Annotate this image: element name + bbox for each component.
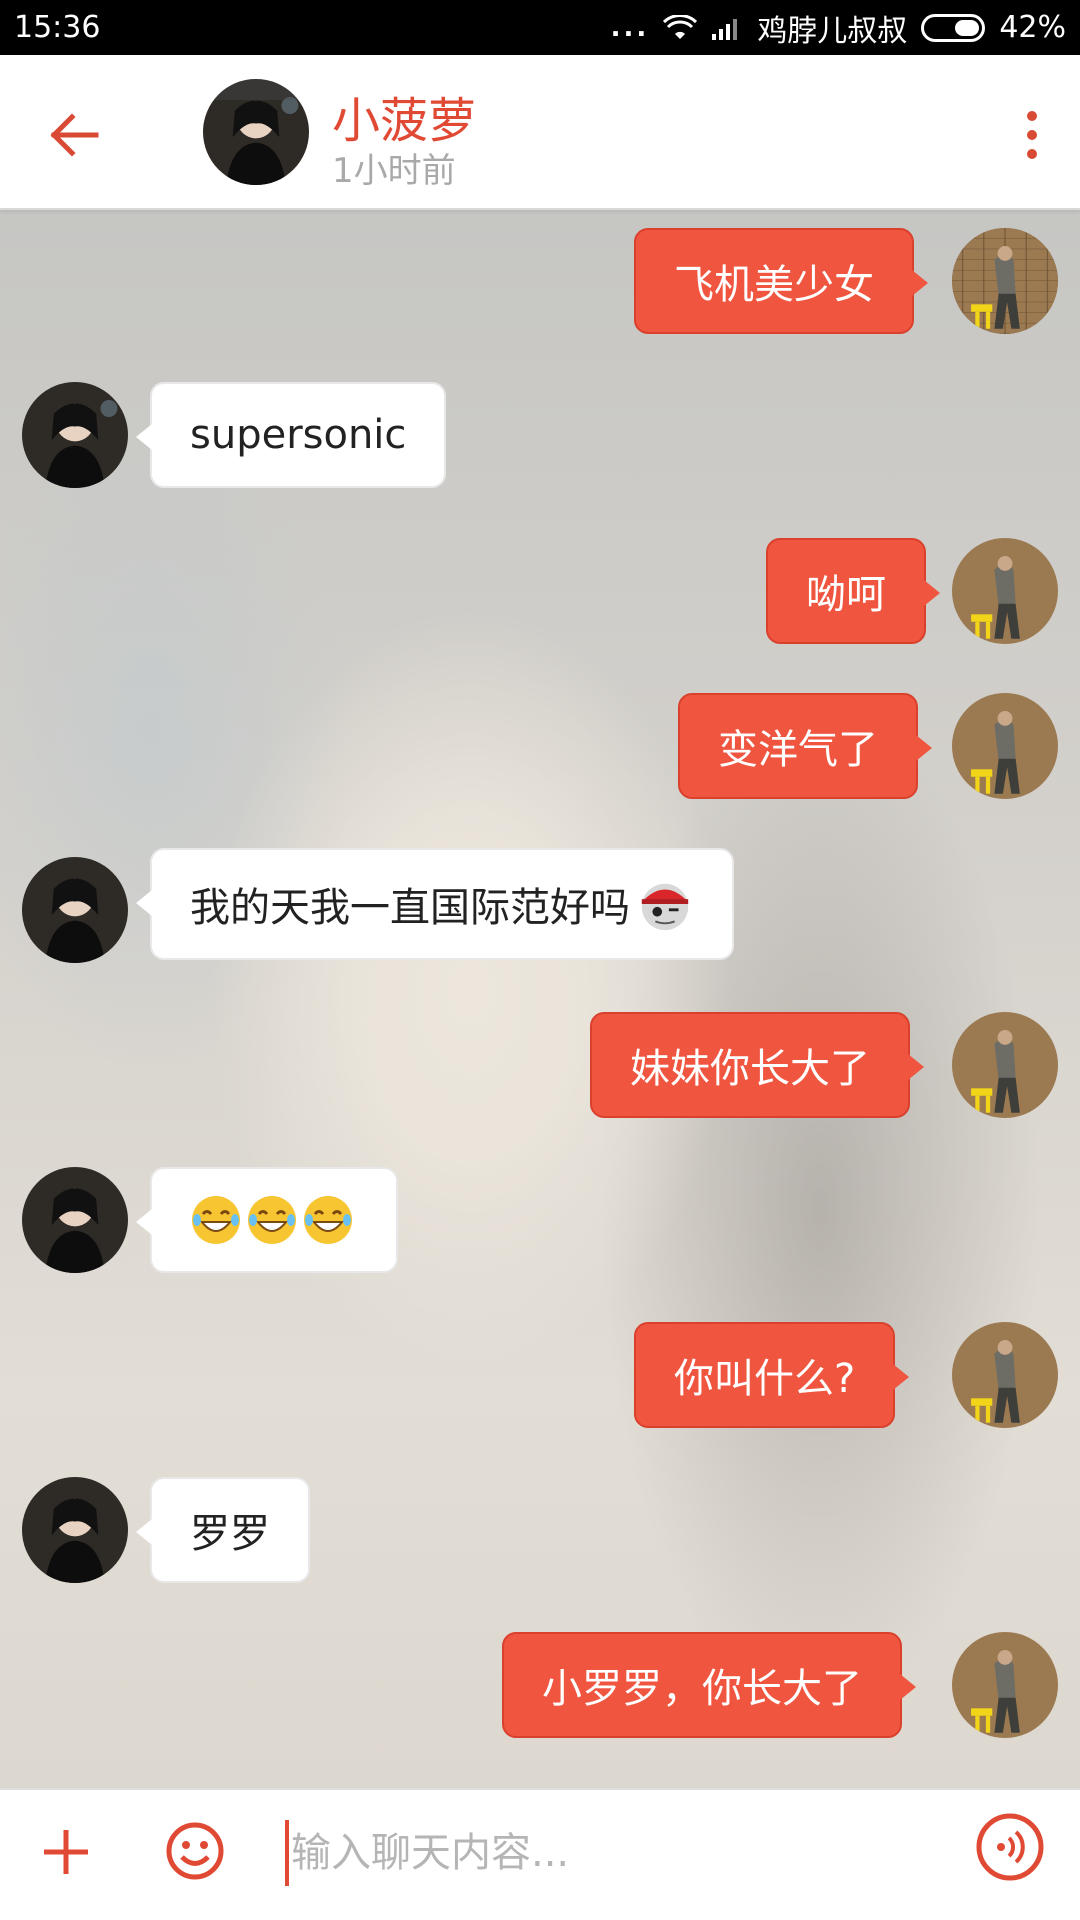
contact-name: 小菠萝 (332, 93, 477, 149)
signal-icon (711, 16, 743, 40)
attach-button[interactable] (38, 1824, 94, 1880)
my-avatar[interactable] (952, 1632, 1058, 1738)
message-text: supersonic (190, 412, 407, 458)
message-bubble-outgoing[interactable]: 妹妹你长大了 (590, 1012, 924, 1118)
message-bubble-incoming[interactable]: 我的天我一直国际范好吗 (136, 848, 734, 960)
contact-avatar[interactable] (203, 79, 309, 185)
message-bubble-outgoing[interactable]: 你叫什么? (634, 1322, 910, 1428)
emoji-button[interactable] (164, 1820, 226, 1882)
my-avatar[interactable] (952, 538, 1058, 644)
status-bar: 15:36 ... 鸡脖儿叔叔 42% (0, 0, 1080, 55)
my-avatar[interactable] (952, 228, 1058, 334)
message-text: 飞机美少女 (674, 262, 874, 308)
message-input[interactable] (285, 1820, 925, 1886)
more-options-button[interactable] (1012, 105, 1052, 165)
message-text: 罗罗 (190, 1511, 270, 1557)
back-arrow-icon (50, 113, 99, 157)
battery-percent: 42% (999, 10, 1066, 45)
laughing-tears-emoji-icon (304, 1196, 352, 1244)
message-bubble-incoming[interactable] (136, 1167, 398, 1273)
status-time: 15:36 (14, 10, 101, 45)
emoji-icon (166, 1822, 224, 1880)
contact-message-avatar[interactable] (22, 1167, 128, 1273)
wifi-icon (663, 14, 698, 41)
pirate-face-emoji-icon (641, 883, 689, 931)
message-input-bar (0, 1788, 1080, 1920)
chat-header: 小菠萝 1小时前 (0, 55, 1080, 210)
message-bubble-incoming[interactable]: 罗罗 (136, 1477, 310, 1583)
laughing-tears-emoji-icon (192, 1196, 240, 1244)
contact-message-avatar[interactable] (22, 382, 128, 488)
voice-icon (976, 1813, 1044, 1881)
back-button[interactable] (45, 105, 105, 165)
message-bubble-outgoing[interactable]: 小罗罗，你长大了 (502, 1632, 916, 1738)
laughing-tears-emoji-icon (248, 1196, 296, 1244)
message-text: 我的天我一直国际范好吗 (190, 885, 630, 931)
message-bubble-outgoing[interactable]: 飞机美少女 (634, 228, 928, 334)
carrier-name: 鸡脖儿叔叔 (757, 13, 908, 49)
plus-icon (44, 1830, 88, 1874)
more-vert-icon (1027, 111, 1037, 121)
battery-icon (921, 13, 986, 42)
my-avatar[interactable] (952, 1012, 1058, 1118)
message-bubble-outgoing[interactable]: 呦呵 (766, 538, 940, 644)
message-text: 变洋气了 (718, 727, 878, 773)
chat-message-list[interactable]: 飞机美少女 supersonic 呦呵 变洋气了 我的天我一直国际范好吗 妹妹你… (0, 210, 1080, 1788)
contact-message-avatar[interactable] (22, 1477, 128, 1583)
message-bubble-outgoing[interactable]: 变洋气了 (678, 693, 932, 799)
message-text: 小罗罗，你长大了 (542, 1666, 862, 1712)
voice-button[interactable] (975, 1812, 1045, 1882)
message-text: 妹妹你长大了 (630, 1046, 870, 1092)
contact-message-avatar[interactable] (22, 857, 128, 963)
message-text: 呦呵 (806, 572, 886, 618)
last-seen: 1小时前 (332, 151, 456, 191)
my-avatar[interactable] (952, 1322, 1058, 1428)
message-text: 你叫什么? (674, 1356, 856, 1402)
notification-dots: ... (610, 12, 650, 43)
message-bubble-incoming[interactable]: supersonic (135, 382, 447, 488)
my-avatar[interactable] (952, 693, 1058, 799)
